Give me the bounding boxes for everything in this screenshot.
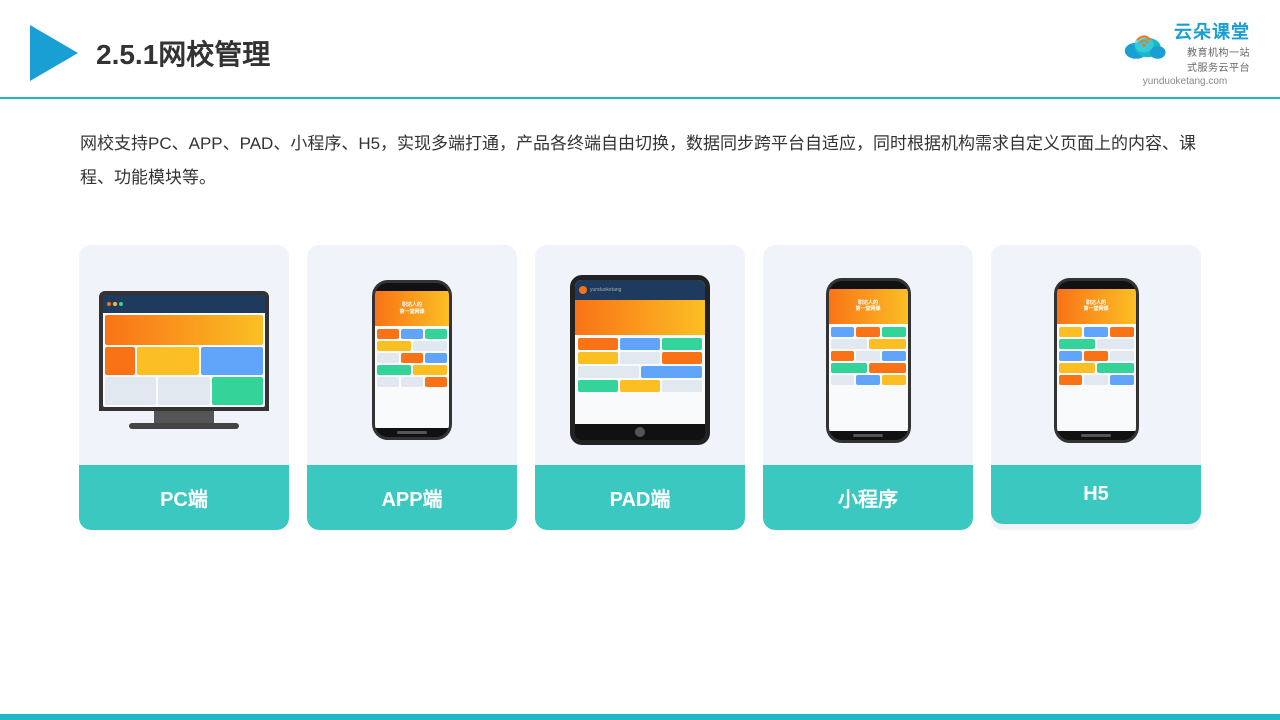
card-pc-label: PC端 (79, 465, 289, 530)
card-mini: 职达人的第一堂网课 (763, 245, 973, 530)
card-pc: PC端 (79, 245, 289, 530)
phone-mockup-app: 职达人的第一堂网课 (372, 280, 452, 440)
card-pad-label: PAD端 (535, 465, 745, 530)
card-app-label: APP端 (307, 465, 517, 530)
play-icon (30, 25, 78, 81)
card-h5: 职达人的第一堂网课 (991, 245, 1201, 530)
card-app: 职达人的第一堂网课 (307, 245, 517, 530)
logo-text-sub: 教育机构一站式服务云平台 (1174, 44, 1250, 74)
header-left: 2.5.1网校管理 (30, 25, 270, 81)
page-header: 2.5.1网校管理 云朵课堂 教育机构一站式服务云平台 yunduoketang… (0, 0, 1280, 99)
card-pc-image (79, 245, 289, 465)
card-h5-image: 职达人的第一堂网课 (991, 245, 1201, 465)
cards-container: PC端 职达人的第一堂网课 (0, 215, 1280, 550)
cloud-icon (1120, 30, 1168, 62)
logo-url: yunduoketang.com (1143, 76, 1228, 87)
card-h5-label: H5 (991, 465, 1201, 524)
logo-cloud: 云朵课堂 教育机构一站式服务云平台 (1120, 18, 1250, 74)
phone-mockup-mini: 职达人的第一堂网课 (826, 278, 911, 443)
logo-text-main: 云朵课堂 (1174, 18, 1250, 44)
page-title: 2.5.1网校管理 (96, 33, 270, 73)
logo-area: 云朵课堂 教育机构一站式服务云平台 yunduoketang.com (1120, 18, 1250, 87)
card-app-image: 职达人的第一堂网课 (307, 245, 517, 465)
card-mini-label: 小程序 (763, 465, 973, 530)
bottom-bar (0, 714, 1280, 720)
tablet-mockup: yunduoketang (570, 275, 710, 445)
card-mini-image: 职达人的第一堂网课 (763, 245, 973, 465)
description-text: 网校支持PC、APP、PAD、小程序、H5，实现多端打通，产品各终端自由切换，数… (0, 99, 1280, 205)
card-pad-image: yunduoketang (535, 245, 745, 465)
pc-monitor (99, 291, 269, 411)
card-pad: yunduoketang (535, 245, 745, 530)
phone-mockup-h5: 职达人的第一堂网课 (1054, 278, 1139, 443)
